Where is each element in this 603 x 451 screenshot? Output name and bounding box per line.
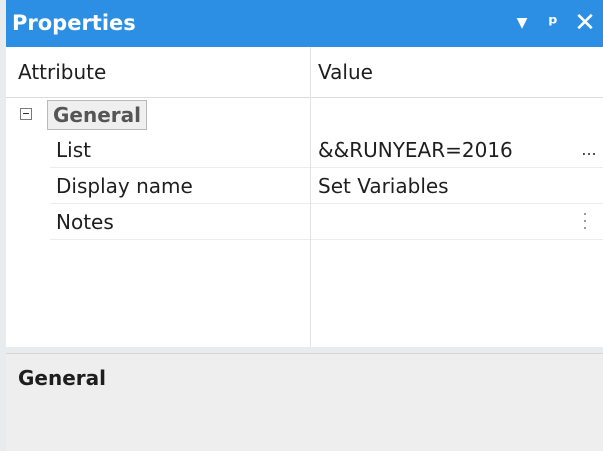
more-options-icon[interactable] [584,213,587,231]
property-row-notes[interactable]: Notes [50,204,603,240]
description-panel: General [6,353,603,451]
property-name: Notes [56,210,114,234]
property-value[interactable]: &&RUNYEAR=2016 [318,132,513,168]
grid-header: Attribute Value [6,47,603,98]
description-title: General [18,366,106,390]
property-value[interactable]: Set Variables [318,168,449,204]
row-divider [310,168,311,204]
property-grid: Attribute Value General List &&RUNYEAR=2… [6,47,603,347]
ellipsis-button[interactable]: ... [578,132,600,168]
property-row-list[interactable]: List &&RUNYEAR=2016 ... [50,132,603,168]
property-name: Display name [56,174,193,198]
row-divider [310,132,311,168]
close-icon[interactable]: ✕ [572,0,598,47]
attribute-column-header[interactable]: Attribute [18,47,106,97]
panel-title: Properties [12,11,136,35]
category-label[interactable]: General [47,100,147,130]
title-bar: Properties ▼ ᵖ ✕ [6,0,603,47]
category-general[interactable]: General [6,98,603,132]
pin-icon[interactable]: ᵖ [540,0,566,47]
value-column-header[interactable]: Value [318,47,373,97]
property-row-display-name[interactable]: Display name Set Variables [50,168,603,204]
dropdown-icon[interactable]: ▼ [509,0,535,47]
collapse-icon[interactable] [20,108,32,120]
property-name: List [56,138,91,162]
row-divider [310,204,311,240]
